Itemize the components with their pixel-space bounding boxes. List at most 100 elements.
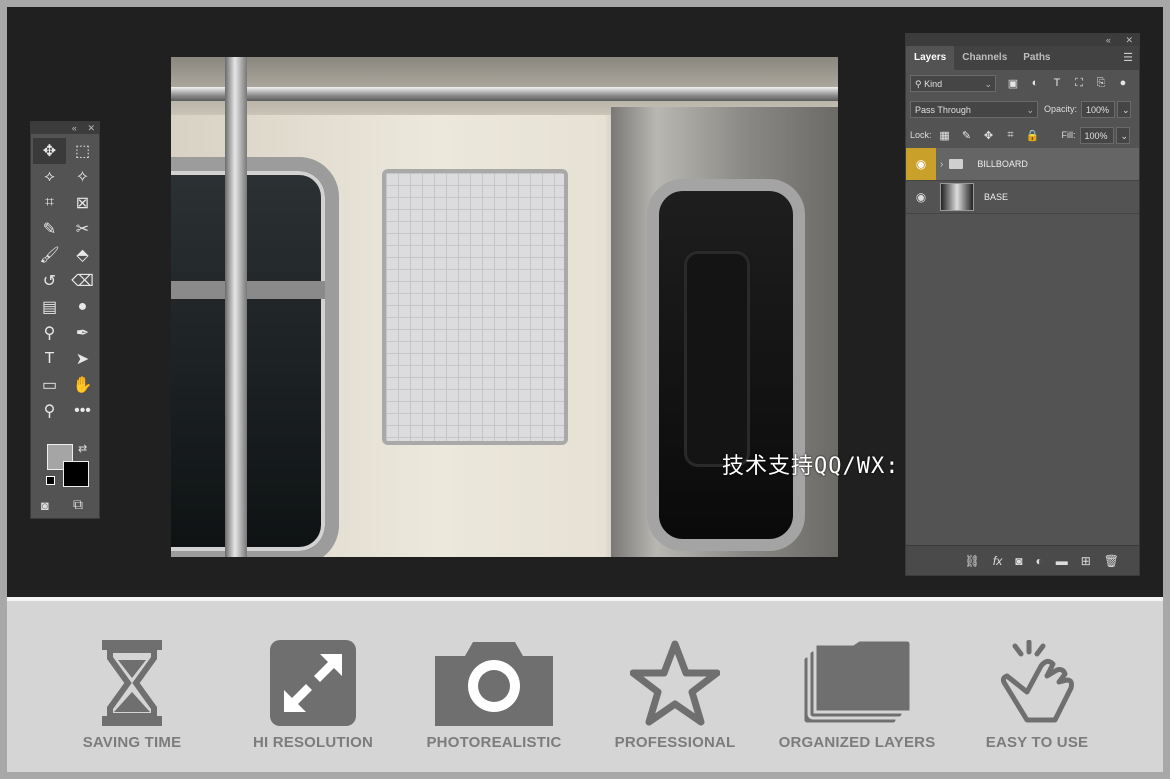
lock-image-icon[interactable]: ✎: [958, 129, 976, 142]
opacity-input[interactable]: 100%: [1081, 100, 1116, 118]
chevron-down-icon: ⌄: [1026, 104, 1034, 115]
tools-panel-titlebar[interactable]: « ✕: [31, 122, 99, 134]
star-icon: [590, 640, 760, 726]
filter-shape-icon[interactable]: ⛶: [1070, 77, 1088, 90]
panel-menu-icon[interactable]: ☰: [1123, 46, 1139, 70]
background-color-swatch[interactable]: [63, 461, 89, 487]
close-icon[interactable]: ✕: [1125, 35, 1133, 45]
opacity-chevron-icon[interactable]: ⌄: [1117, 100, 1132, 118]
feature-label: EASY TO USE: [985, 734, 1089, 751]
layer-row-billboard[interactable]: ◉ › BILLBOARD: [906, 148, 1139, 181]
magic-wand-tool-icon[interactable]: ✧: [66, 164, 99, 190]
layers-panel-titlebar[interactable]: « ✕: [906, 34, 1139, 46]
filter-pixel-icon[interactable]: ▣: [1004, 77, 1022, 90]
frame-tool-icon[interactable]: ⊠: [66, 190, 99, 216]
pen-tool-icon[interactable]: ✒: [66, 320, 99, 346]
filter-adjustment-icon[interactable]: ◐: [1026, 77, 1044, 89]
move-tool-icon[interactable]: ✥: [33, 138, 66, 164]
hourglass-icon: [47, 640, 217, 726]
feature-professional: PROFESSIONAL: [590, 640, 760, 751]
tab-channels[interactable]: Channels: [954, 46, 1015, 70]
lock-transparent-icon[interactable]: ▦: [936, 129, 954, 142]
filter-toggle-icon[interactable]: ●: [1114, 77, 1132, 89]
eyedropper-tool-icon[interactable]: ✎: [33, 216, 66, 242]
dodge-tool-icon[interactable]: ⚲: [33, 320, 66, 346]
layer-row-base[interactable]: ◉ BASE: [906, 181, 1139, 214]
lasso-tool-icon[interactable]: ⟡: [33, 164, 66, 190]
eraser-tool-icon[interactable]: ⌫: [66, 268, 99, 294]
photo-handrail: [171, 87, 838, 101]
layer-name: BASE: [984, 192, 1009, 202]
lock-artboard-icon[interactable]: ⌗: [1002, 129, 1020, 142]
panel-tabs: Layers Channels Paths ☰: [906, 46, 1139, 70]
layer-thumbnail: [940, 183, 974, 211]
tab-paths[interactable]: Paths: [1015, 46, 1058, 70]
chevron-down-icon: ⌄: [984, 78, 992, 89]
feature-label: SAVING TIME: [82, 734, 182, 751]
photo-pole: [225, 57, 247, 557]
type-tool-icon[interactable]: T: [33, 346, 66, 372]
collapse-icon[interactable]: «: [1106, 35, 1111, 45]
folders-icon: [772, 640, 942, 726]
tools-panel: « ✕ ✥ ⬚ ⟡ ✧ ⌗ ⊠ ✎ ✂ 🖌 ⬘ ↺ ⌫ ▤ ● ⚲ ✒ T ➤ ▭ ✋ ⚲ ••• ⇄ ◙ ⧉: [30, 121, 100, 519]
filter-smart-object-icon[interactable]: ⎘: [1092, 77, 1110, 90]
new-group-icon[interactable]: ▬: [1056, 554, 1068, 568]
fill-chevron-icon[interactable]: ⌄: [1115, 126, 1130, 144]
feature-label: PHOTOREALISTIC: [426, 734, 562, 751]
feature-label: PROFESSIONAL: [614, 734, 736, 751]
fill-input[interactable]: 100%: [1079, 126, 1114, 144]
filter-type-icon[interactable]: T: [1048, 77, 1066, 89]
filter-kind-select[interactable]: ⚲ Kind ⌄: [910, 74, 996, 92]
link-layers-icon[interactable]: ⛓: [965, 554, 980, 568]
gradient-tool-icon[interactable]: ▤: [33, 294, 66, 320]
lock-position-icon[interactable]: ✥: [980, 129, 998, 142]
rectangle-tool-icon[interactable]: ▭: [33, 372, 66, 398]
lock-row: Lock: ▦ ✎ ✥ ⌗ 🔒 Fill: 100% ⌄: [906, 122, 1139, 148]
tool-grid: ✥ ⬚ ⟡ ✧ ⌗ ⊠ ✎ ✂ 🖌 ⬘ ↺ ⌫ ▤ ● ⚲ ✒ T ➤ ▭ ✋ ⚲ •••: [31, 134, 99, 428]
feature-easy-to-use: EASY TO USE: [952, 640, 1122, 751]
layers-panel-footer: ⛓ fx ◙ ◐ ▬ ⊞ 🗑: [906, 545, 1139, 575]
blend-mode-select[interactable]: Pass Through ⌄: [910, 100, 1038, 118]
swap-colors-icon[interactable]: ⇄: [78, 442, 87, 455]
folder-icon: [949, 159, 964, 169]
new-layer-icon[interactable]: ⊞: [1081, 554, 1091, 568]
lock-label: Lock:: [910, 130, 932, 140]
feature-label: ORGANIZED LAYERS: [778, 734, 936, 751]
billboard-placeholder: [382, 169, 568, 445]
healing-tool-icon[interactable]: ✂: [66, 216, 99, 242]
path-selection-tool-icon[interactable]: ➤: [66, 346, 99, 372]
feature-hi-resolution: HI RESOLUTION: [228, 640, 398, 751]
visibility-eye-icon[interactable]: ◉: [906, 148, 936, 180]
layers-panel: « ✕ Layers Channels Paths ☰ ⚲ Kind ⌄ ▣ ◐ …: [905, 33, 1140, 576]
photo-left-window: [171, 157, 339, 557]
more-tools-icon[interactable]: •••: [66, 398, 99, 424]
hand-tool-icon[interactable]: ✋: [66, 372, 99, 398]
chevron-right-icon[interactable]: ›: [940, 159, 943, 170]
canvas-photo[interactable]: [171, 57, 838, 557]
blur-tool-icon[interactable]: ●: [66, 294, 99, 320]
delete-layer-icon[interactable]: 🗑: [1104, 554, 1119, 568]
screen-mode-icon[interactable]: ⧉: [73, 496, 91, 512]
hand-pointer-icon: [952, 640, 1122, 726]
visibility-eye-icon[interactable]: ◉: [906, 181, 936, 213]
blend-row: Pass Through ⌄ Opacity: 100% ⌄: [906, 96, 1139, 122]
feature-saving-time: SAVING TIME: [47, 640, 217, 751]
clone-stamp-tool-icon[interactable]: ⬘: [66, 242, 99, 268]
history-brush-tool-icon[interactable]: ↺: [33, 268, 66, 294]
collapse-icon[interactable]: «: [72, 123, 77, 133]
crop-tool-icon[interactable]: ⌗: [33, 190, 66, 216]
tab-layers[interactable]: Layers: [906, 46, 955, 70]
feature-photorealistic: PHOTOREALISTIC: [409, 640, 579, 751]
quick-mask-icon[interactable]: ◙: [41, 498, 59, 513]
close-icon[interactable]: ✕: [87, 123, 95, 133]
lock-all-icon[interactable]: 🔒: [1024, 129, 1042, 142]
feature-label: HI RESOLUTION: [252, 734, 374, 751]
brush-tool-icon[interactable]: 🖌: [33, 242, 66, 268]
zoom-tool-icon[interactable]: ⚲: [33, 398, 66, 424]
adjustment-layer-icon[interactable]: ◐: [1035, 554, 1042, 568]
add-mask-icon[interactable]: ◙: [1015, 554, 1022, 568]
marquee-tool-icon[interactable]: ⬚: [66, 138, 99, 164]
fx-icon[interactable]: fx: [993, 554, 1002, 568]
filter-row: ⚲ Kind ⌄ ▣ ◐ T ⛶ ⎘ ●: [906, 70, 1139, 96]
default-colors-icon[interactable]: [46, 476, 55, 485]
